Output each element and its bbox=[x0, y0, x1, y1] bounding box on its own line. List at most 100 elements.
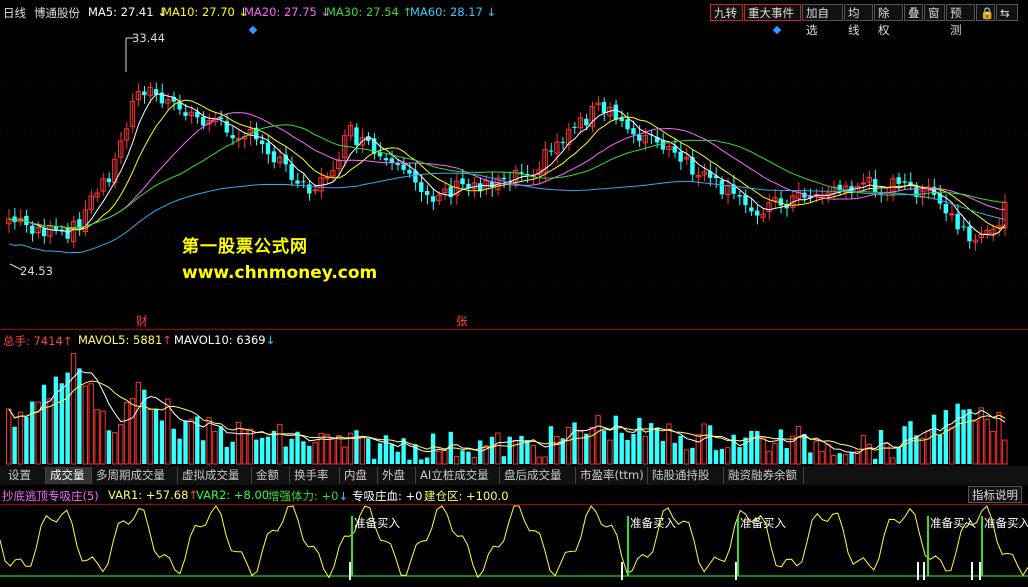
toolbar-button-0[interactable]: 九转 bbox=[710, 4, 743, 21]
toolbar-button-6[interactable]: 窗 bbox=[924, 4, 945, 21]
volume-bar bbox=[407, 459, 412, 464]
indicator-chart[interactable]: 准备买入 准备买入 准备买入 准备买入 准备买入 bbox=[0, 502, 1028, 587]
candle-body bbox=[295, 180, 300, 184]
tab-8[interactable]: AI立桩成交量 bbox=[416, 467, 500, 484]
ma5-line bbox=[8, 93, 1006, 236]
tab-0[interactable]: 设置 bbox=[4, 467, 46, 484]
volume-bar bbox=[24, 416, 29, 464]
candle-body bbox=[560, 142, 565, 144]
candle-body bbox=[672, 146, 677, 153]
volume-bar bbox=[135, 381, 142, 465]
volume-bar bbox=[17, 411, 24, 465]
volume-bar bbox=[707, 425, 713, 464]
marker-zhang[interactable]: 张 bbox=[456, 313, 468, 329]
candle-body bbox=[407, 169, 412, 174]
volume-bar bbox=[389, 444, 395, 464]
volume-bar bbox=[289, 438, 294, 464]
period-label[interactable]: 日线 bbox=[3, 5, 26, 21]
volume-bar bbox=[419, 459, 424, 464]
candlestick-chart[interactable] bbox=[0, 24, 1028, 330]
tab-12[interactable]: 融资融券余额 bbox=[724, 467, 804, 484]
toolbar-button-4[interactable]: 除权 bbox=[874, 4, 903, 37]
volume-bar bbox=[642, 435, 648, 465]
volume-bar bbox=[112, 432, 118, 465]
volume-bar bbox=[30, 401, 35, 464]
volume-bar bbox=[366, 438, 371, 464]
volume-bar bbox=[584, 433, 589, 464]
ma10-line bbox=[8, 99, 1006, 231]
toolbar-button-1[interactable]: 重大事件 bbox=[744, 4, 801, 21]
volume-chart[interactable] bbox=[0, 330, 1028, 466]
volume-bar bbox=[471, 456, 478, 465]
volume-bar bbox=[129, 397, 136, 465]
buy-signal-label: 准备买入 bbox=[930, 516, 976, 530]
volume-bar bbox=[683, 449, 690, 465]
volume-bar bbox=[94, 409, 100, 465]
volume-bar bbox=[395, 451, 400, 464]
toolbar-button-8[interactable]: 🔒 bbox=[976, 4, 995, 21]
toolbar-button-5[interactable]: 叠 bbox=[904, 4, 923, 21]
volume-bar bbox=[377, 443, 383, 464]
indicator-help-button[interactable]: 指标说明 bbox=[968, 486, 1022, 503]
toolbar-button-3[interactable]: 均线 bbox=[844, 4, 873, 37]
volume-bar bbox=[341, 446, 348, 465]
candle-body bbox=[383, 158, 389, 161]
candle-body bbox=[389, 158, 395, 163]
tab-11[interactable]: 陆股通持股 bbox=[648, 467, 724, 484]
volume-bar bbox=[766, 450, 772, 465]
buy-signal-label: 准备买入 bbox=[630, 516, 676, 530]
volume-bar bbox=[772, 442, 778, 465]
volume-bar bbox=[577, 429, 584, 465]
ma-2-label: MA20: 27.75 ↓ bbox=[244, 5, 331, 19]
tab-6[interactable]: 内盘 bbox=[340, 467, 378, 484]
candle-body bbox=[743, 195, 748, 206]
volume-bar bbox=[525, 439, 530, 464]
volume-bar bbox=[601, 430, 607, 464]
volume-bar bbox=[678, 435, 683, 464]
volume-bar bbox=[424, 457, 430, 464]
volume-bar bbox=[47, 398, 53, 465]
volume-bar bbox=[177, 438, 182, 464]
marker-cai[interactable]: 财 bbox=[136, 313, 148, 329]
tab-10[interactable]: 市盈率(ttm) bbox=[576, 467, 648, 484]
volume-bar bbox=[224, 447, 229, 464]
toolbar-button-7[interactable]: 预测 bbox=[946, 4, 975, 37]
tab-4[interactable]: 金额 bbox=[252, 467, 290, 484]
low-price-label: 24.53 bbox=[20, 264, 53, 278]
candle-body bbox=[943, 203, 949, 214]
tab-3[interactable]: 虚拟成交量 bbox=[178, 467, 252, 484]
stock-name: 博通股份 bbox=[34, 6, 80, 20]
volume-bar bbox=[183, 420, 188, 464]
volume-bar bbox=[70, 353, 77, 465]
toolbar-button-9[interactable]: ⇆ bbox=[996, 4, 1018, 21]
candle-body bbox=[460, 178, 465, 185]
buy-signal-label: 准备买入 bbox=[740, 516, 786, 530]
event-diamond bbox=[772, 25, 782, 35]
toolbar-button-2[interactable]: 加自选 bbox=[802, 4, 843, 37]
candle-body bbox=[289, 164, 294, 180]
candle-body bbox=[755, 210, 760, 216]
volume-bar bbox=[831, 455, 837, 465]
volume-bar bbox=[330, 438, 336, 465]
volume-bar bbox=[878, 429, 884, 464]
ma-1-label: MA10: 27.70 ↓ bbox=[162, 5, 249, 19]
tab-7[interactable]: 外盘 bbox=[378, 467, 416, 484]
volume-bar bbox=[589, 427, 595, 465]
ma-4-label: MA60: 28.17 ↓ bbox=[410, 5, 497, 19]
volume-bar bbox=[12, 426, 17, 464]
volume-bar bbox=[1002, 439, 1008, 465]
tab-2[interactable]: 多周期成交量 bbox=[92, 467, 178, 484]
candle-body bbox=[201, 116, 206, 126]
tab-9[interactable]: 盘后成交量 bbox=[500, 467, 576, 484]
candle-body bbox=[949, 213, 955, 216]
tab-1[interactable]: 成交量 bbox=[46, 467, 92, 484]
candle-body bbox=[737, 195, 742, 197]
volume-bar bbox=[813, 440, 819, 465]
tab-5[interactable]: 换手率 bbox=[290, 467, 340, 484]
volume-bar bbox=[731, 434, 736, 464]
volume-bar bbox=[495, 432, 501, 465]
mavol5-line bbox=[8, 370, 1006, 455]
volume-bar bbox=[690, 447, 695, 464]
var1-line bbox=[0, 505, 1028, 579]
volume-bar bbox=[230, 441, 235, 464]
